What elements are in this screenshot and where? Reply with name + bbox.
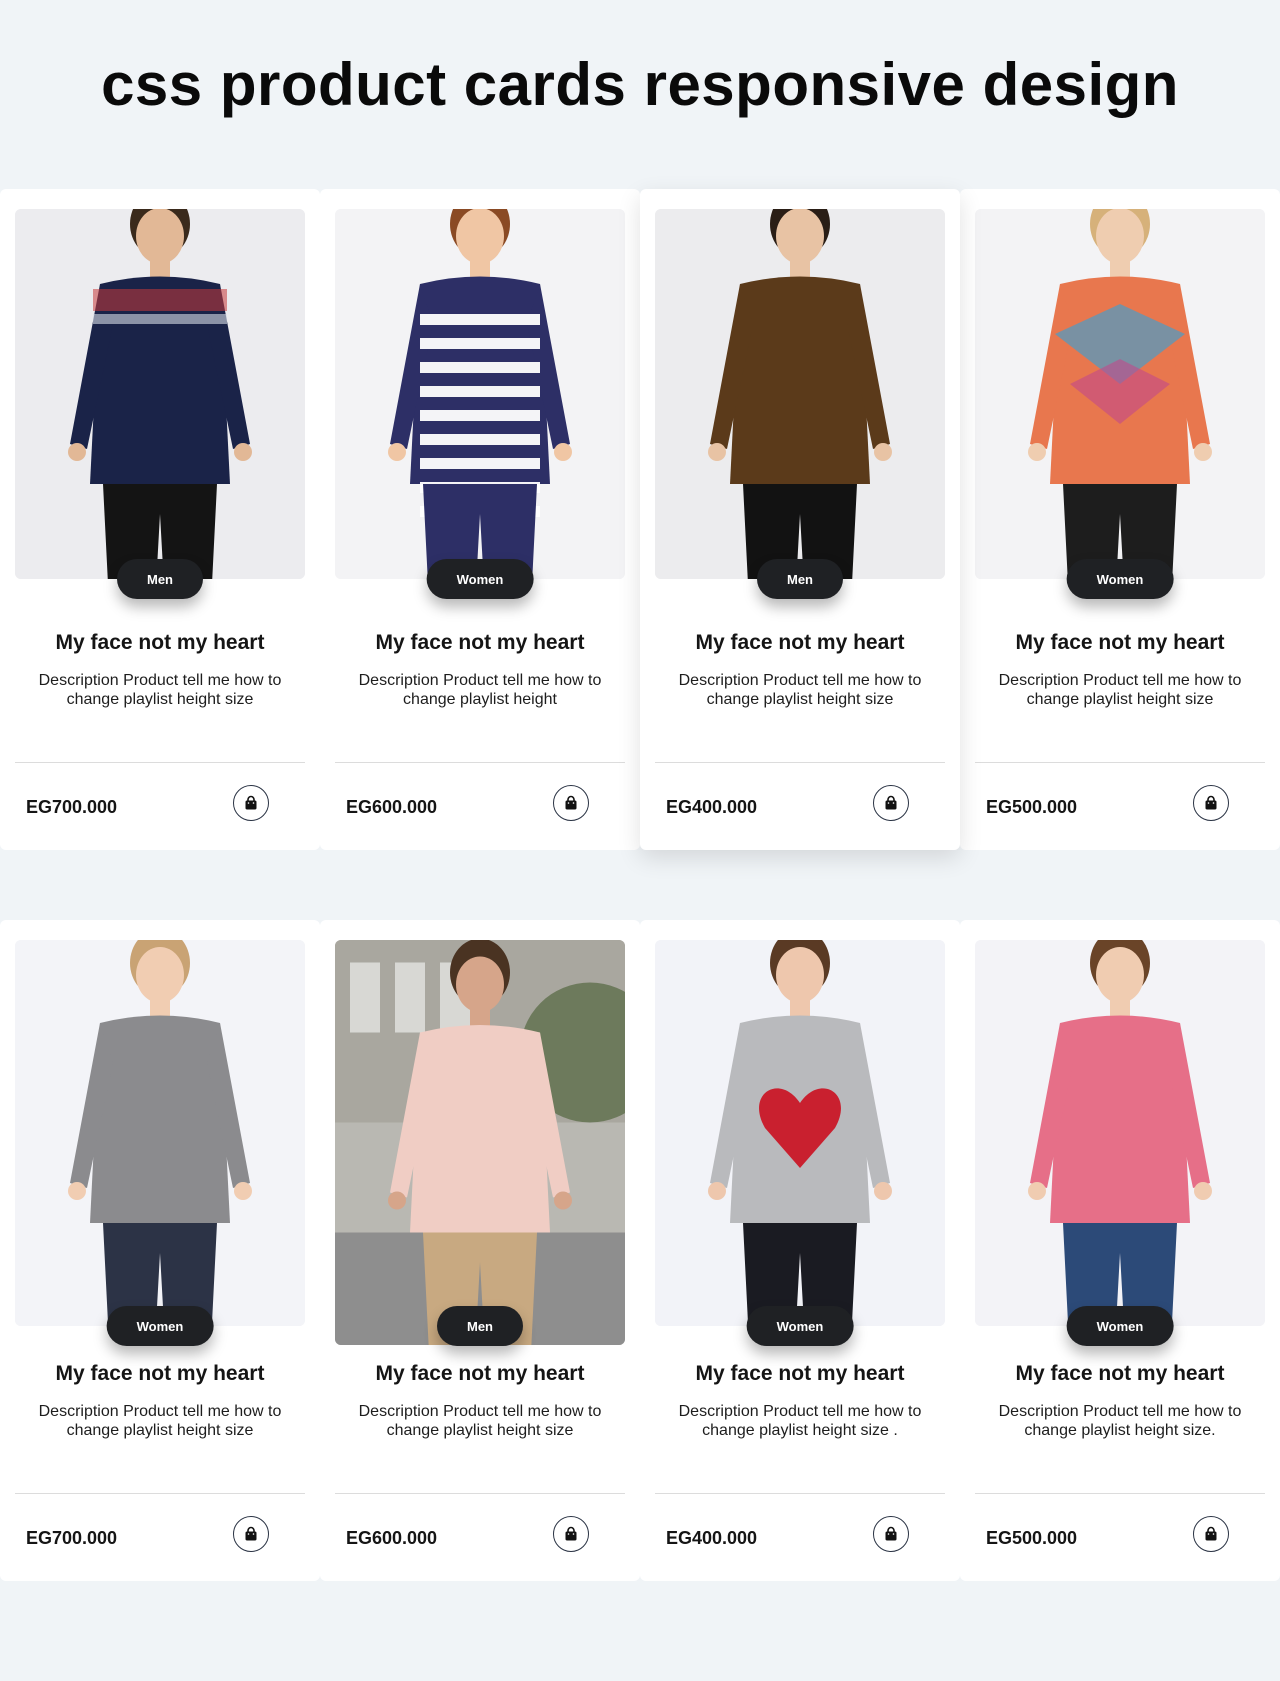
category-badge[interactable]: Women (1066, 559, 1174, 599)
product-image (335, 940, 625, 1345)
category-badge[interactable]: Men (117, 559, 203, 599)
product-row: Men My face not my heart Description Pro… (0, 189, 1280, 850)
product-description: Description Product tell me how to chang… (358, 1403, 602, 1439)
category-badge[interactable]: Women (426, 559, 534, 599)
product-image (975, 209, 1265, 579)
product-card[interactable]: Men My face not my heart Description Pro… (0, 189, 320, 850)
product-title: My face not my heart (1015, 631, 1225, 654)
product-title: My face not my heart (375, 631, 585, 654)
product-price: EG600.000 (346, 1528, 438, 1548)
product-image (975, 940, 1265, 1326)
card-divider (335, 1493, 625, 1494)
product-price: EG700.000 (26, 1528, 118, 1548)
product-image (15, 940, 305, 1326)
card-divider (975, 1493, 1265, 1494)
product-title: My face not my heart (55, 1362, 265, 1385)
product-price: EG400.000 (666, 797, 758, 817)
category-badge[interactable]: Women (106, 1306, 214, 1346)
category-badge[interactable]: Women (746, 1306, 854, 1346)
card-divider (335, 762, 625, 763)
product-title: My face not my heart (375, 1362, 585, 1385)
product-description: Description Product tell me how to chang… (38, 1403, 282, 1439)
shopping-bag-icon (563, 1526, 579, 1542)
category-badge[interactable]: Men (437, 1306, 523, 1346)
shopping-bag-icon (883, 795, 899, 811)
product-description: Description Product tell me how to chang… (678, 1403, 922, 1439)
shopping-bag-icon (1203, 1526, 1219, 1542)
product-title: My face not my heart (55, 631, 265, 654)
add-to-cart-button[interactable] (233, 1516, 269, 1552)
product-card[interactable]: Men My face not my heart Description Pro… (320, 920, 640, 1581)
add-to-cart-button[interactable] (553, 1516, 589, 1552)
product-title: My face not my heart (1015, 1362, 1225, 1385)
add-to-cart-button[interactable] (873, 1516, 909, 1552)
product-price: EG500.000 (986, 1528, 1078, 1548)
product-price: EG400.000 (666, 1528, 758, 1548)
card-divider (15, 1493, 305, 1494)
product-card[interactable]: Women My face not my heart Description P… (640, 920, 960, 1581)
product-card[interactable]: Women My face not my heart Description P… (0, 920, 320, 1581)
card-divider (975, 762, 1265, 763)
add-to-cart-button[interactable] (553, 785, 589, 821)
product-price: EG500.000 (986, 797, 1078, 817)
product-card[interactable]: Women My face not my heart Description P… (960, 920, 1280, 1581)
product-row: Women My face not my heart Description P… (0, 920, 1280, 1581)
page-title: css product cards responsive design (101, 51, 1179, 118)
shopping-bag-icon (883, 1526, 899, 1542)
card-divider (15, 762, 305, 763)
add-to-cart-button[interactable] (1193, 785, 1229, 821)
product-description: Description Product tell me how to chang… (38, 672, 282, 708)
category-badge[interactable]: Men (757, 559, 843, 599)
product-card[interactable]: Women My face not my heart Description P… (960, 189, 1280, 850)
product-image (655, 940, 945, 1326)
product-card[interactable]: Women My face not my heart Description P… (320, 189, 640, 850)
product-price: EG600.000 (346, 797, 438, 817)
add-to-cart-button[interactable] (873, 785, 909, 821)
add-to-cart-button[interactable] (1193, 1516, 1229, 1552)
product-image (655, 209, 945, 579)
product-image (15, 209, 305, 579)
product-description: Description Product tell me how to chang… (998, 672, 1242, 708)
shopping-bag-icon (243, 795, 259, 811)
product-card[interactable]: Men My face not my heart Description Pro… (640, 189, 960, 850)
shopping-bag-icon (563, 795, 579, 811)
product-description: Description Product tell me how to chang… (358, 672, 602, 708)
product-image (335, 209, 625, 579)
shopping-bag-icon (243, 1526, 259, 1542)
product-title: My face not my heart (695, 1362, 905, 1385)
product-title: My face not my heart (695, 631, 905, 654)
product-price: EG700.000 (26, 797, 118, 817)
card-divider (655, 1493, 945, 1494)
shopping-bag-icon (1203, 795, 1219, 811)
product-description: Description Product tell me how to chang… (998, 1403, 1242, 1439)
add-to-cart-button[interactable] (233, 785, 269, 821)
card-divider (655, 762, 945, 763)
category-badge[interactable]: Women (1066, 1306, 1174, 1346)
product-description: Description Product tell me how to chang… (678, 672, 922, 708)
